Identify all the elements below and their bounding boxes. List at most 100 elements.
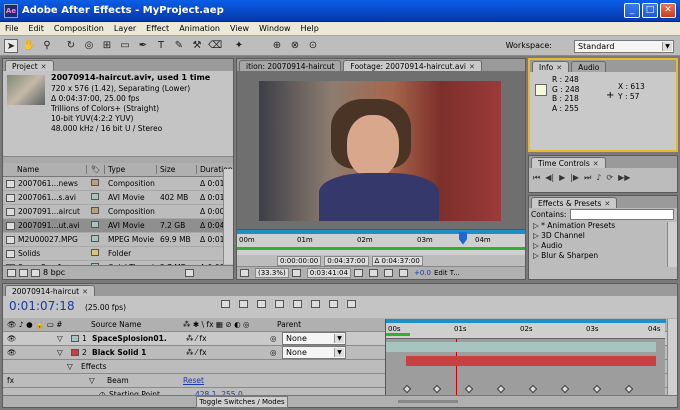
work-area-bar[interactable] [386, 319, 666, 323]
label-column-icon[interactable]: 🏷 [87, 165, 105, 174]
interpret-footage-icon[interactable] [7, 268, 16, 277]
audio-icon[interactable]: ♪ [596, 173, 601, 183]
col-parent[interactable]: Parent [277, 320, 377, 329]
snapshot-icon[interactable] [240, 269, 249, 277]
close-icon[interactable]: ✕ [82, 288, 88, 296]
in-point[interactable]: 0:00:00:00 [277, 255, 322, 266]
project-item-row[interactable]: 2007061...news Composition Δ 0:01 [3, 177, 233, 191]
selection-tool-icon[interactable]: ➤ [4, 38, 18, 53]
draft-3d-icon[interactable] [257, 300, 266, 308]
tab-composition[interactable]: ition: 20070914-haircut [239, 60, 342, 71]
close-icon[interactable]: ✕ [604, 200, 610, 208]
parent-select[interactable]: None ▼ [282, 346, 346, 359]
time-graph[interactable]: 00s 01s 02s 03s 04s [385, 319, 666, 395]
effects-search-input[interactable] [570, 209, 675, 220]
hide-shy-icon[interactable] [275, 300, 284, 308]
camera-tool-icon[interactable]: ◎ [82, 39, 96, 53]
live-update-icon[interactable] [239, 300, 248, 308]
expand-triangle-icon[interactable]: ▽ [3, 362, 73, 371]
last-frame-icon[interactable]: ⏭ [584, 173, 591, 183]
world-axis-icon[interactable]: ⊗ [288, 39, 302, 53]
pickwhip-icon[interactable]: ◎ [270, 348, 282, 357]
next-frame-icon[interactable]: |▶ [570, 173, 579, 183]
menu-view[interactable]: View [225, 24, 254, 33]
region-of-interest-icon[interactable] [398, 269, 408, 277]
tab-project[interactable]: Project ✕ [5, 60, 54, 71]
menu-layer[interactable]: Layer [109, 24, 141, 33]
menu-composition[interactable]: Composition [49, 24, 109, 33]
label-cell[interactable] [87, 235, 105, 244]
new-folder-icon[interactable] [19, 268, 28, 277]
frame-blending-icon[interactable] [293, 300, 302, 308]
layer-bar-1[interactable] [386, 342, 656, 352]
col-name[interactable]: Name [3, 165, 87, 174]
timeline-scrollbar[interactable] [667, 319, 677, 395]
axis-mode-icon[interactable]: ⊕ [270, 39, 284, 53]
graph-editor-icon[interactable] [347, 300, 356, 308]
new-comp-icon[interactable] [31, 268, 40, 277]
keyframe-icon[interactable] [560, 384, 570, 394]
time-ruler[interactable]: 00s 01s 02s 03s 04s [386, 319, 666, 339]
close-button[interactable]: ✕ [660, 3, 676, 18]
workspace-select[interactable]: Standard ▼ [574, 40, 674, 53]
ram-preview-icon[interactable]: ▶▶ [618, 173, 630, 183]
keyframe-icon[interactable] [592, 384, 602, 394]
safe-zones-icon[interactable] [291, 269, 301, 277]
eye-icon[interactable]: 👁 [3, 334, 57, 343]
label-cell[interactable] [87, 207, 105, 216]
brush-tool-icon[interactable]: ✎ [172, 39, 186, 53]
rotation-tool-icon[interactable]: ↻ [64, 39, 78, 53]
label-cell[interactable] [87, 249, 105, 258]
keyframe-icon[interactable] [402, 384, 412, 394]
close-icon[interactable]: ✕ [556, 64, 562, 72]
project-item-row[interactable]: 2007091...aircut Composition Δ 0:00 [3, 205, 233, 219]
label-cell[interactable] [87, 179, 105, 188]
menu-window[interactable]: Window [254, 24, 296, 33]
keyframe-icon[interactable] [528, 384, 538, 394]
timeline-timecode[interactable]: 0:01:07:18 [9, 299, 75, 313]
project-item-row[interactable]: M2U00027.MPG MPEG Movie 69.9 MB Δ 0:01 [3, 233, 233, 247]
project-scrollbar[interactable] [223, 169, 233, 264]
project-item-row[interactable]: 2007091...ut.avi AVI Movie 7.2 GB Δ 0:04 [3, 219, 233, 233]
layer-switches[interactable]: ⁂ ⁄ fx [186, 334, 270, 343]
prev-frame-icon[interactable]: ◀| [545, 173, 554, 183]
project-item-row[interactable]: Solids Folder [3, 247, 233, 261]
out-point[interactable]: 0:04:37:00 [324, 255, 369, 266]
menu-file[interactable]: File [0, 24, 23, 33]
brainstorm-icon[interactable] [329, 300, 338, 308]
expand-triangle-icon[interactable]: ▽ [57, 348, 71, 357]
layer-color-swatch[interactable] [71, 349, 79, 356]
zoom-tool-icon[interactable]: ⚲ [40, 39, 54, 53]
first-frame-icon[interactable]: ⏮ [533, 173, 540, 183]
footage-timeline-ruler[interactable]: 00m 01m 02m 03m 04m [237, 229, 525, 255]
col-source-name[interactable]: Source Name [91, 320, 183, 329]
toggle-switches-modes-button[interactable]: Toggle Switches / Modes [196, 396, 288, 408]
transparency-grid-icon[interactable] [383, 269, 393, 277]
pan-behind-tool-icon[interactable]: ⊞ [100, 39, 114, 53]
channel-icon[interactable] [368, 269, 378, 277]
mask-tool-icon[interactable]: ▭ [118, 39, 132, 53]
close-icon[interactable]: ✕ [469, 63, 475, 71]
project-item-row[interactable]: 2007061...s.avi AVI Movie 402 MB Δ 0:01 [3, 191, 233, 205]
parent-select[interactable]: None ▼ [282, 332, 346, 345]
label-cell[interactable] [87, 193, 105, 202]
text-tool-icon[interactable]: T [154, 39, 168, 53]
label-cell[interactable] [87, 221, 105, 230]
effects-scrollbar[interactable] [667, 222, 677, 267]
layer-name[interactable]: SpaceSplosion01. [92, 334, 186, 343]
close-icon[interactable]: ✕ [41, 63, 47, 71]
effects-item[interactable]: ▷ 3D Channel [533, 231, 677, 241]
puppet-tool-icon[interactable]: ✦ [232, 39, 246, 53]
menu-animation[interactable]: Animation [174, 24, 225, 33]
layer-color-swatch[interactable] [71, 335, 79, 342]
expand-triangle-icon[interactable]: ▽ [57, 334, 71, 343]
layer-name[interactable]: Black Solid 1 [92, 348, 186, 357]
comp-mini-flowchart-icon[interactable] [221, 300, 230, 308]
effects-item[interactable]: ▷ Blur & Sharpen [533, 251, 677, 261]
tab-effects-presets[interactable]: Effects & Presets ✕ [531, 197, 618, 208]
menu-effect[interactable]: Effect [141, 24, 174, 33]
motion-blur-icon[interactable] [311, 300, 320, 308]
trash-icon[interactable] [185, 268, 195, 277]
edit-target[interactable]: Edit T... [434, 269, 460, 277]
keyframe-icon[interactable] [496, 384, 506, 394]
